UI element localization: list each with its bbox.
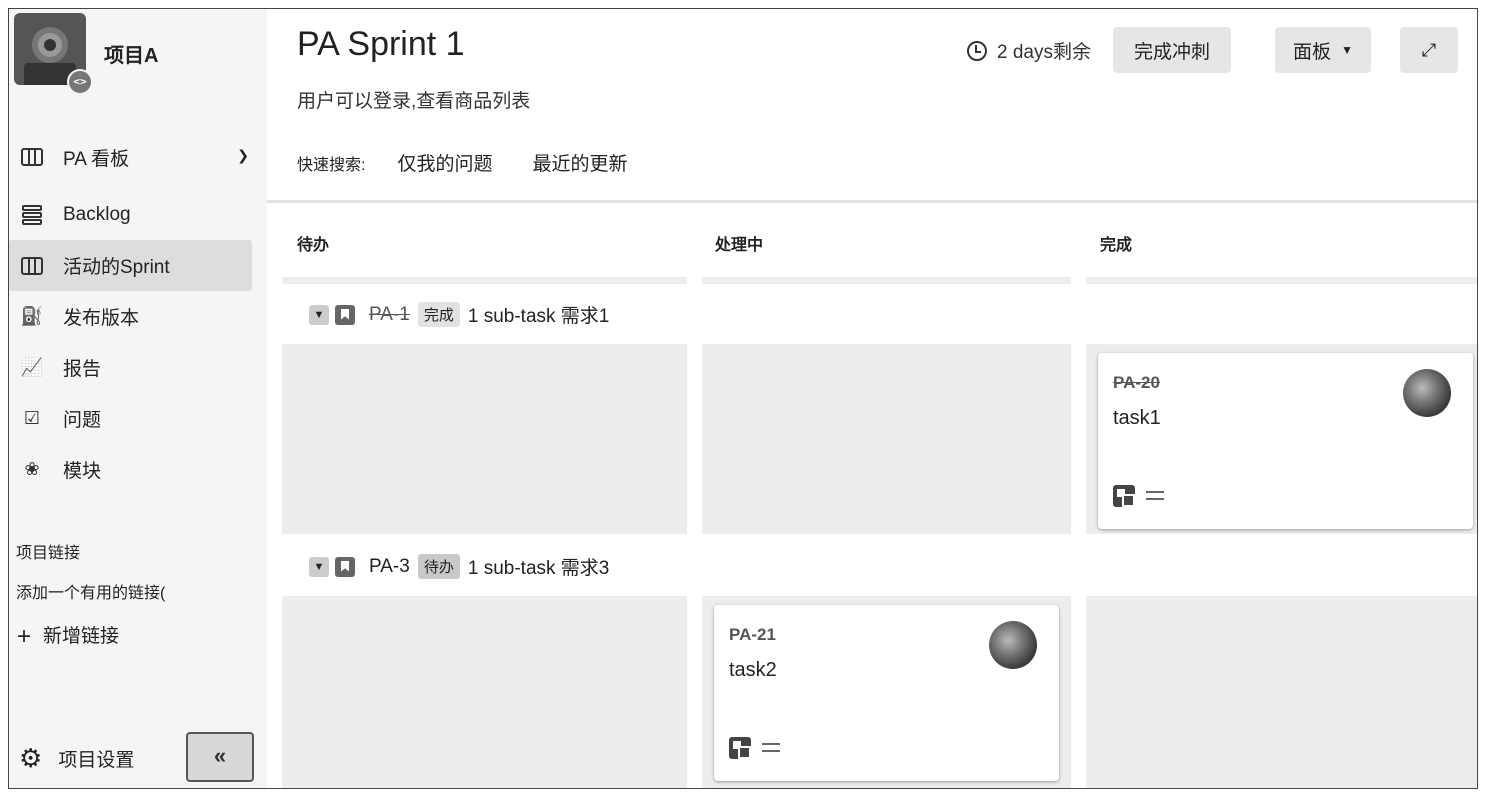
issues-icon: ☑ [23,408,41,428]
swimlane-key[interactable]: PA-1 [369,304,410,326]
swimlane-header[interactable]: ▼ PA-3 待办 1 sub-task 需求3 [309,553,609,580]
status-badge: 待办 [417,554,460,579]
swimlane-cell [282,596,687,788]
add-link-button[interactable]: + 新增链接 [17,621,119,651]
board-menu-button[interactable]: 面板 ▼ [1275,27,1371,73]
chevron-down-icon: ▼ [1341,43,1353,57]
complete-sprint-button[interactable]: 完成冲刺 [1113,27,1231,73]
subtask-icon [1113,485,1135,507]
clock-icon [967,40,987,61]
column-strip [1086,277,1477,284]
expand-button[interactable]: ⤢ [1400,27,1458,73]
swimlane-key[interactable]: PA-3 [369,556,410,578]
backlog-icon [19,204,45,226]
sidebar-item-reports[interactable]: 📈 报告 [9,342,267,393]
days-remaining-label: 2 days剩余 [997,42,1091,63]
sidebar-item-label: 发布版本 [63,308,140,329]
board-main: PA Sprint 1 用户可以登录,查看商品列表 2 days剩余 完成冲刺 … [267,9,1477,788]
story-icon [335,304,355,325]
sidebar-item-label: PA 看板 [63,148,130,170]
chart-icon: 📈 [20,357,44,377]
project-header[interactable]: <> 项目A [14,13,264,95]
project-settings-label: 项目设置 [58,750,135,771]
sidebar-nav: PA 看板 ❯ Backlog 活动的Sprint ⛽ 发布版本 📈 报告 ☑ … [9,139,267,495]
sprint-goal: 用户可以登录,查看商品列表 [297,91,531,112]
avatar[interactable] [1403,369,1451,417]
quick-filters-label: 快速搜索: [297,156,366,174]
sidebar-item-label: Backlog [63,203,131,225]
column-header-in-progress: 处理中 [715,237,764,254]
quick-filters: 快速搜索: 仅我的问题 最近的更新 [297,149,667,176]
sidebar-item-label: 问题 [63,410,102,431]
issue-summary: task2 [729,659,777,681]
chevron-down-icon[interactable]: ▼ [309,304,329,325]
project-links-title: 项目链接 [16,545,81,562]
sidebar-item-issues[interactable]: ☑ 问题 [9,393,267,444]
sidebar-item-backlog[interactable]: Backlog [9,189,267,240]
issue-card[interactable]: PA-20 task1 [1098,353,1473,529]
app-frame: <> 项目A PA 看板 ❯ Backlog 活动的Sprint ⛽ 发布版本 … [8,8,1478,789]
swimlane-cell [702,344,1071,534]
project-links-description: 添加一个有用的链接( [16,585,166,602]
plus-icon: + [17,623,32,650]
issue-key[interactable]: PA-20 [1113,373,1160,393]
project-settings-link[interactable]: ⚙ 项目设置 [19,743,134,774]
sidebar-item-label: 活动的Sprint [63,257,170,278]
board-columns-icon [19,255,45,277]
sidebar-item-label: 报告 [63,359,102,380]
collapse-sidebar-button[interactable]: « [186,732,254,782]
ship-icon: ⛽ [20,306,44,326]
divider [267,200,1477,203]
priority-medium-icon [1146,486,1164,504]
priority-medium-icon [762,738,780,756]
days-remaining: 2 days剩余 [967,37,1091,64]
swimlane-summary: 1 sub-task 需求1 [467,306,610,327]
swimlane-summary: 1 sub-task 需求3 [467,558,610,579]
sidebar-item-components[interactable]: ❀ 模块 [9,444,267,495]
puzzle-icon: ❀ [24,459,40,479]
subtask-icon [729,737,751,759]
sidebar: <> 项目A PA 看板 ❯ Backlog 活动的Sprint ⛽ 发布版本 … [9,9,267,788]
avatar[interactable] [989,621,1037,669]
story-icon [335,556,355,577]
project-type-badge-icon: <> [67,69,93,95]
column-header-todo: 待办 [297,237,330,254]
project-name: 项目A [104,45,159,67]
chevron-down-icon[interactable]: ▼ [309,556,329,577]
column-strip [702,277,1071,284]
column-header-done: 完成 [1100,237,1133,254]
board-menu-label: 面板 [1293,41,1332,63]
quick-filter-recent[interactable]: 最近的更新 [532,149,627,176]
sidebar-item-active-sprint[interactable]: 活动的Sprint [9,240,252,291]
chevron-down-icon: ❯ [237,147,249,163]
status-badge: 完成 [417,302,460,327]
sidebar-item-board-selector[interactable]: PA 看板 ❯ [9,139,267,175]
board-icon [19,146,45,168]
swimlane-cell [282,344,687,534]
issue-key[interactable]: PA-21 [729,625,776,645]
column-strip [282,277,687,284]
swimlane-header[interactable]: ▼ PA-1 完成 1 sub-task 需求1 [309,301,609,328]
expand-icon: ⤢ [1421,39,1437,60]
page-title: PA Sprint 1 [297,25,465,63]
quick-filter-mine[interactable]: 仅我的问题 [397,149,492,176]
sidebar-item-label: 模块 [63,461,102,482]
swimlane-cell [1086,596,1477,788]
issue-summary: task1 [1113,407,1161,429]
gear-icon: ⚙ [19,743,43,773]
add-link-label: 新增链接 [43,626,120,647]
issue-card[interactable]: PA-21 task2 [714,605,1059,781]
sidebar-item-releases[interactable]: ⛽ 发布版本 [9,291,267,342]
